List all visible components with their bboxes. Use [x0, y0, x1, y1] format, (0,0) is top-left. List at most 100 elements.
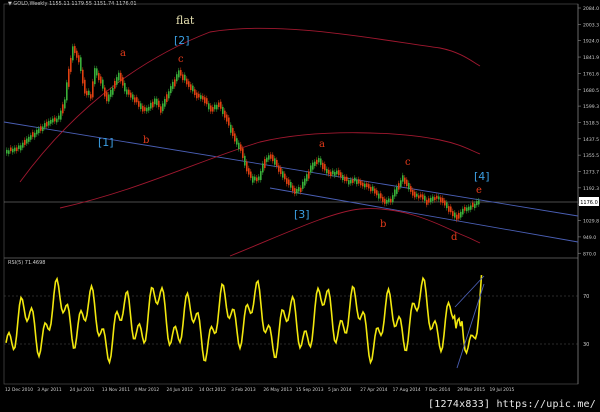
candle-body [242, 148, 244, 158]
candle-body [180, 70, 182, 76]
chart-frame [3, 3, 579, 385]
price-tick-label: 1599.3 [583, 104, 599, 110]
candle-body [18, 145, 20, 150]
candle-body [348, 180, 350, 185]
candle-body [324, 164, 326, 171]
rsi-level-70-label: 70 [583, 294, 589, 300]
candle-body [442, 197, 444, 203]
candle-body [118, 72, 120, 81]
candle-body [474, 203, 476, 209]
candle-body [136, 97, 138, 103]
candle-body [10, 147, 12, 152]
price-axis: 2084.0 2003.3 1924.0 1841.9 1761.6 1680.5 1599… [578, 6, 599, 257]
candle-body [390, 198, 392, 203]
candle-body [44, 123, 46, 128]
candle-body [256, 177, 258, 182]
candle-body [262, 163, 264, 173]
candle-body [210, 105, 212, 112]
candle-body [420, 194, 422, 198]
candle-body [316, 159, 318, 165]
candle-body [76, 50, 78, 58]
candle-body [34, 132, 36, 138]
price-tick-label: 2003.3 [583, 22, 599, 28]
candle-body [270, 154, 272, 159]
candle-body [32, 132, 34, 137]
candle-body [258, 176, 260, 181]
candle-body [72, 46, 74, 61]
candle-body [14, 147, 16, 152]
candle-body [106, 92, 108, 102]
candle-body [58, 115, 60, 120]
candle-body [432, 196, 434, 201]
time-tick-label: 27 Apr 2014 [360, 387, 387, 393]
price-tick-label: 1680.5 [583, 88, 599, 94]
candle-body [56, 118, 58, 123]
candle-body [410, 186, 412, 192]
candle-body [62, 104, 64, 114]
time-tick-label: 4 Mar 2012 [134, 387, 159, 393]
candle-body [186, 78, 188, 85]
candle-body [246, 161, 248, 172]
candle-body [64, 99, 66, 109]
time-tick-label: 5 Jan 2014 [328, 387, 352, 393]
candle-body [160, 106, 162, 113]
candle-body [238, 142, 240, 150]
candle-body [232, 127, 234, 136]
candle-body [264, 159, 266, 169]
price-tick-label: 1518.5 [583, 120, 599, 126]
candle-body [328, 169, 330, 175]
candle-body [204, 97, 206, 104]
candle-body [228, 117, 230, 126]
candle-body [408, 182, 410, 190]
candle-body [74, 46, 76, 54]
candle-body [458, 212, 460, 219]
price-chart[interactable]: 2084.0 2003.3 1924.0 1841.9 1761.6 1680.5 1599… [0, 0, 600, 412]
time-tick-label: 15 Sep 2013 [296, 387, 324, 393]
candle-body [140, 103, 142, 110]
candle-body [340, 172, 342, 178]
candle-body [322, 162, 324, 170]
candle-body [54, 117, 56, 122]
candle-body [298, 187, 300, 192]
candle-body [282, 171, 284, 178]
wave-1-label: [1] [98, 136, 114, 149]
candle-body [110, 89, 112, 97]
candle-body [386, 199, 388, 204]
candle-body [462, 208, 464, 215]
candle-body [104, 87, 106, 97]
candle-body [96, 68, 98, 76]
candle-body [460, 211, 462, 218]
candle-body [122, 77, 124, 86]
candlestick-series [6, 43, 480, 223]
candle-body [120, 72, 122, 82]
candle-body [36, 129, 38, 135]
candle-body [336, 170, 338, 175]
candle-body [142, 105, 144, 112]
candle-body [376, 190, 378, 196]
candle-body [396, 186, 398, 194]
candle-body [266, 157, 268, 162]
candle-body [38, 128, 40, 134]
candle-body [364, 183, 366, 188]
candle-body [296, 188, 298, 194]
candle-body [196, 92, 198, 99]
candle-body [200, 95, 202, 99]
candle-body [132, 94, 134, 100]
candle-body [286, 178, 288, 184]
price-tick-label: 2084.0 [583, 6, 599, 12]
candle-body [50, 119, 52, 124]
candle-body [30, 135, 32, 140]
candle-body [388, 198, 390, 203]
candle-body [164, 98, 166, 107]
candle-body [108, 94, 110, 102]
candle-body [112, 87, 114, 95]
candle-body [226, 114, 228, 122]
price-tick-label: 949.0 [583, 235, 596, 241]
candle-body [338, 170, 340, 176]
candle-body [330, 171, 332, 177]
candle-body [22, 142, 24, 148]
candle-body [218, 102, 220, 108]
candle-body [292, 185, 294, 192]
candle-body [244, 155, 246, 166]
candle-body [60, 110, 62, 120]
